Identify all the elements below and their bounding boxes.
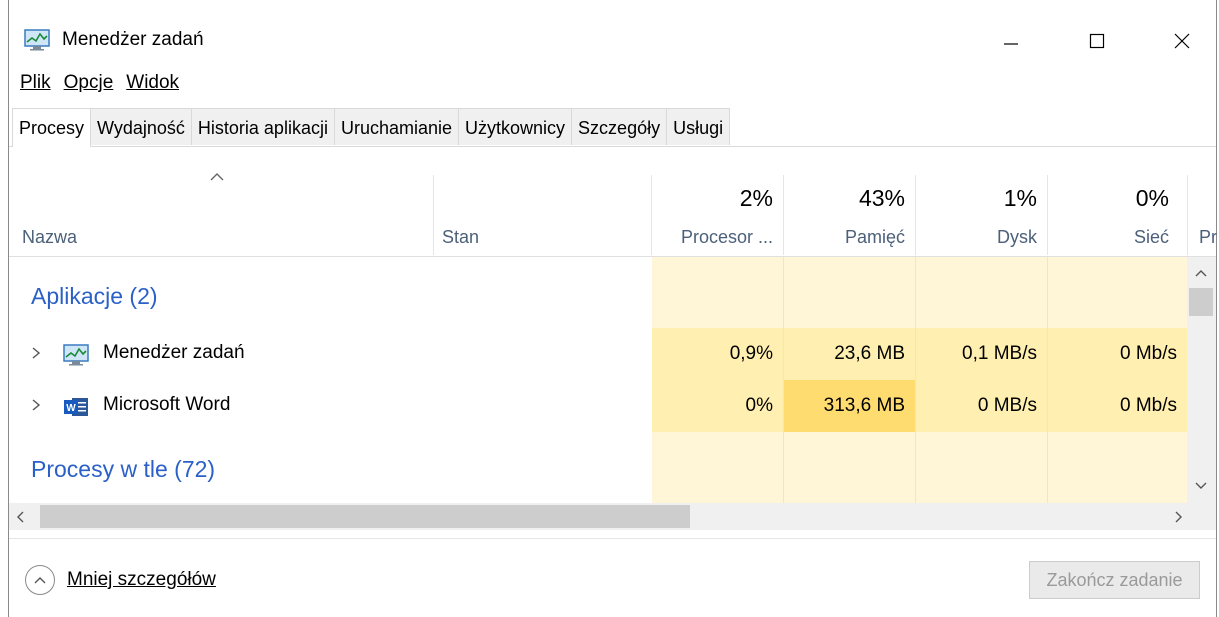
tab-strip: Procesy Wydajność Historia aplikacji Uru…	[12, 108, 731, 147]
disk-total-percent: 1%	[1003, 185, 1037, 211]
scroll-right-icon[interactable]	[1174, 510, 1184, 524]
task-manager-icon	[24, 29, 50, 51]
window-border-right	[1216, 0, 1217, 617]
group-apps-title[interactable]: Aplikacje (2)	[31, 283, 158, 310]
column-separator[interactable]	[433, 175, 434, 255]
sort-ascending-icon[interactable]	[209, 169, 225, 181]
network-cell: 0 Mb/s	[1048, 380, 1187, 432]
table-row[interactable]: Menedżer zadań 0,9% 23,6 MB 0,1 MB/s 0 M…	[9, 328, 1187, 380]
scroll-left-icon[interactable]	[15, 510, 25, 524]
memory-total-percent: 43%	[858, 185, 905, 211]
tab-services[interactable]: Usługi	[666, 108, 731, 145]
menu-view[interactable]: Widok	[126, 72, 179, 100]
title-bar[interactable]: Menedżer zadań	[9, 0, 1216, 72]
tab-details[interactable]: Szczegóły	[571, 108, 668, 145]
column-name-header[interactable]: Nazwa	[22, 227, 77, 248]
horizontal-scrollbar[interactable]	[9, 503, 1216, 530]
memory-cell: 313,6 MB	[784, 380, 915, 432]
vertical-scrollbar[interactable]	[1187, 257, 1216, 503]
maximize-button[interactable]	[1069, 12, 1125, 70]
column-network-header[interactable]: Sieć	[1048, 227, 1169, 248]
tab-users[interactable]: Użytkownicy	[458, 108, 573, 145]
process-name: Microsoft Word	[103, 394, 231, 415]
column-disk-header[interactable]: Dysk	[916, 227, 1037, 248]
network-total-percent: 0%	[1135, 185, 1169, 211]
scroll-up-icon[interactable]	[1194, 265, 1208, 277]
vertical-scroll-thumb[interactable]	[1189, 288, 1213, 316]
tab-processes[interactable]: Procesy	[12, 108, 92, 147]
column-memory-header[interactable]: Pamięć	[784, 227, 905, 248]
window-title: Menedżer zadań	[62, 29, 204, 50]
tab-startup[interactable]: Uruchamianie	[333, 108, 460, 145]
column-cpu-header[interactable]: Procesor ...	[652, 227, 773, 248]
process-name: Menedżer zadań	[103, 342, 245, 363]
menu-options[interactable]: Opcje	[64, 72, 114, 100]
less-details-button[interactable]: Mniej szczegółów	[25, 564, 216, 596]
expand-chevron-icon[interactable]	[31, 398, 41, 412]
column-header: Nazwa Stan 2% Procesor ... 43% Pamięć 1%…	[9, 147, 1217, 255]
word-icon: W	[63, 396, 89, 418]
scroll-down-icon[interactable]	[1194, 478, 1208, 489]
disk-cell: 0 MB/s	[916, 380, 1047, 432]
chevron-up-circle-icon	[25, 565, 55, 595]
column-status-header[interactable]: Stan	[442, 227, 479, 248]
column-separator[interactable]	[1187, 175, 1188, 255]
tab-performance[interactable]: Wydajność	[90, 108, 192, 145]
menu-bar: Plik Opcje Widok	[20, 72, 179, 100]
footer-divider	[9, 538, 1216, 539]
column-next-header[interactable]: Pr	[1199, 227, 1217, 248]
menu-file[interactable]: Plik	[20, 72, 51, 100]
memory-cell: 23,6 MB	[784, 328, 915, 380]
task-manager-icon	[63, 344, 89, 366]
minimize-button[interactable]	[983, 12, 1039, 70]
horizontal-scroll-thumb[interactable]	[40, 505, 690, 528]
less-details-label: Mniej szczegółów	[67, 569, 216, 590]
cpu-cell: 0%	[652, 380, 783, 432]
network-cell: 0 Mb/s	[1048, 328, 1187, 380]
expand-chevron-icon[interactable]	[31, 346, 41, 360]
end-task-button[interactable]: Zakończ zadanie	[1029, 561, 1200, 599]
group-background-title[interactable]: Procesy w tle (72)	[31, 456, 215, 483]
cpu-total-percent: 2%	[739, 185, 773, 211]
tab-app-history[interactable]: Historia aplikacji	[190, 108, 335, 145]
disk-cell: 0,1 MB/s	[916, 328, 1047, 380]
table-row[interactable]: W Microsoft Word 0% 313,6 MB 0 MB/s 0 Mb…	[9, 380, 1187, 432]
close-button[interactable]	[1154, 12, 1210, 70]
svg-text:W: W	[66, 403, 76, 414]
cpu-cell: 0,9%	[652, 328, 783, 380]
process-list: Aplikacje (2) Menedżer zadań 0,9% 23,6 M…	[9, 257, 1216, 503]
